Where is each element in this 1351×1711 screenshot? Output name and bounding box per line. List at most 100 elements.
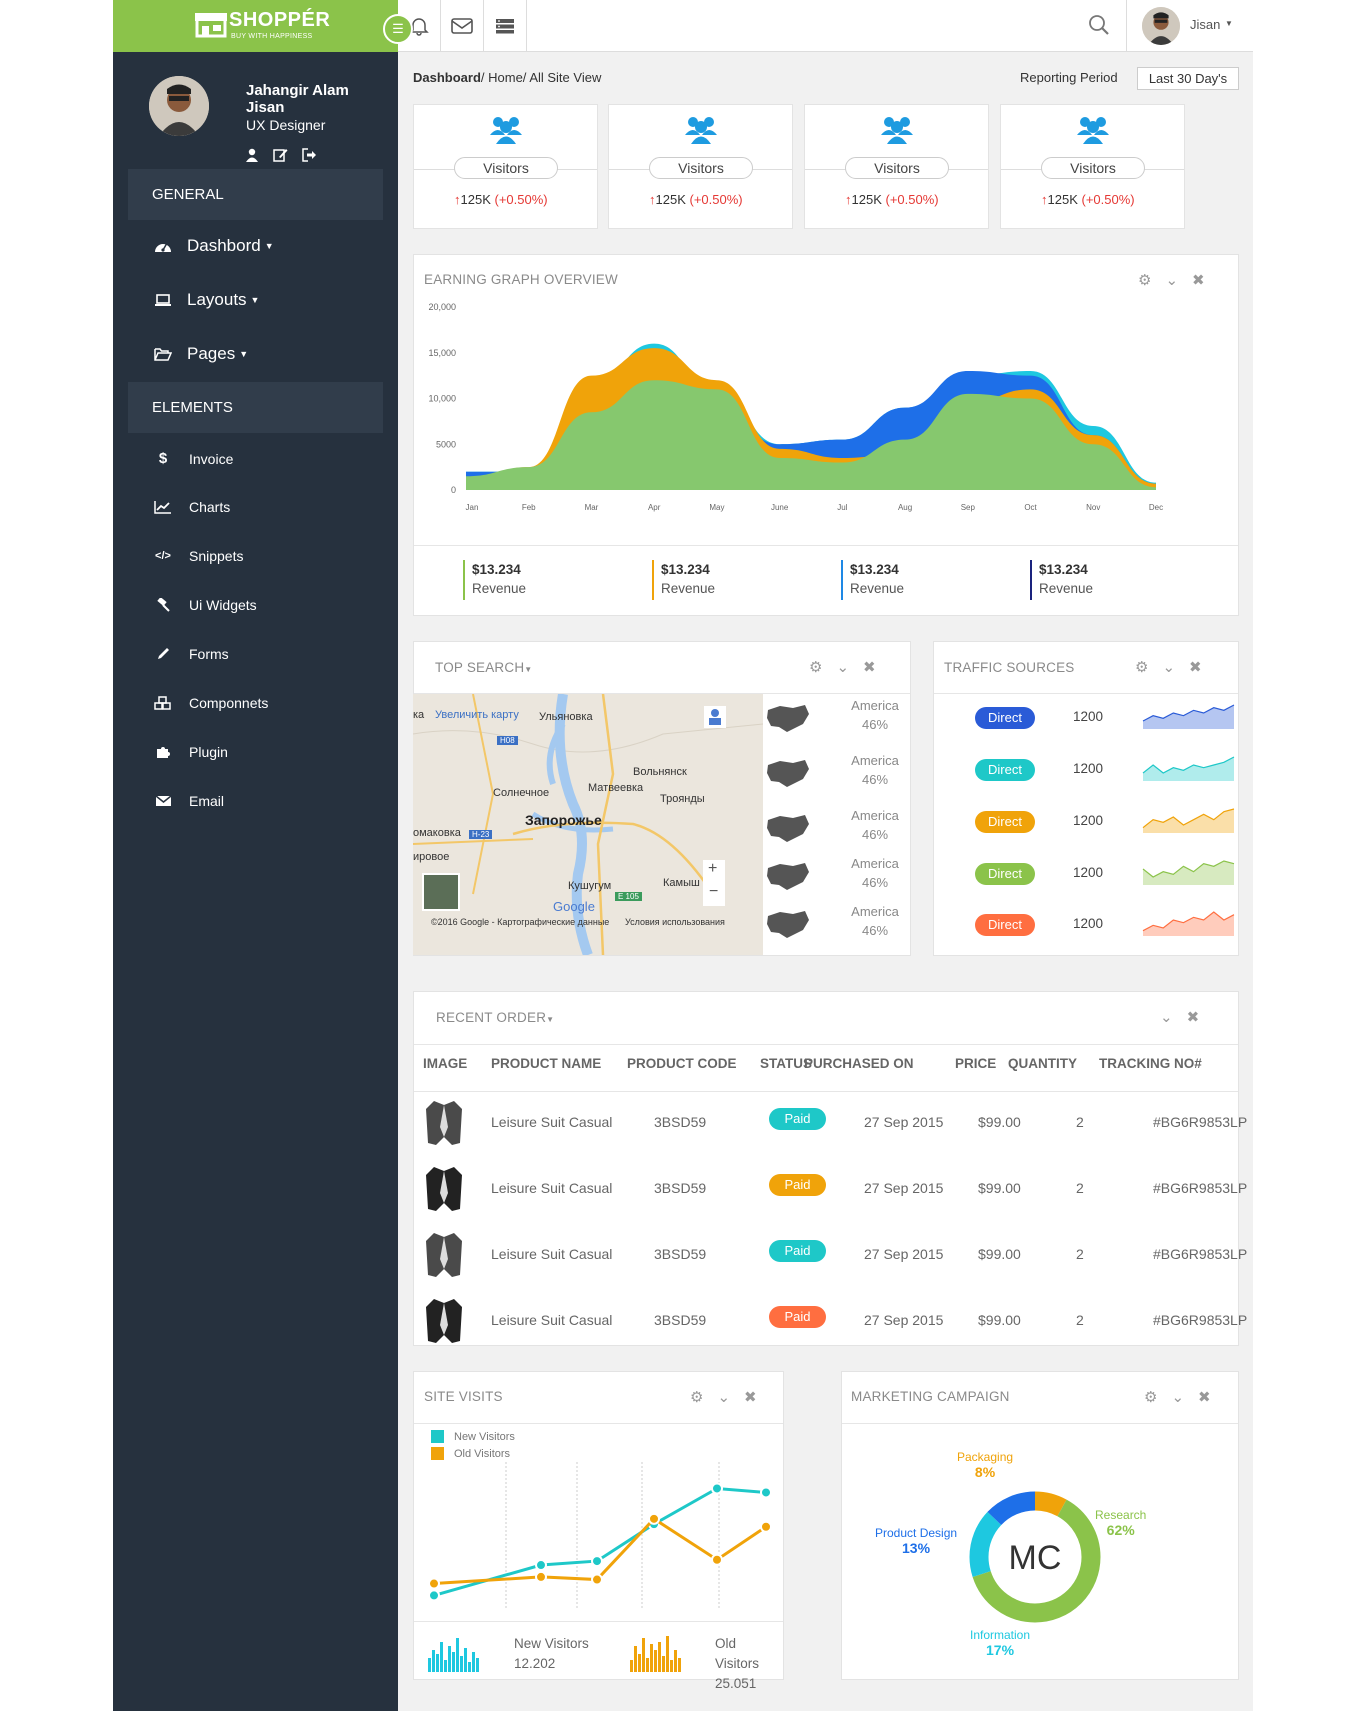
gear-icon[interactable]: ⚙ (1144, 1388, 1157, 1406)
mini-bar (658, 1642, 661, 1672)
product-image (426, 1299, 462, 1343)
close-icon[interactable]: ✖ (1198, 1388, 1211, 1406)
gear-icon[interactable]: ⚙ (690, 1388, 703, 1406)
gear-icon[interactable]: ⚙ (1135, 658, 1148, 676)
traffic-row[interactable]: Direct 1200 (963, 701, 1243, 737)
server-button[interactable] (484, 0, 527, 52)
chevron-down-icon[interactable]: ⌄ (1171, 1388, 1184, 1406)
avatar[interactable] (149, 76, 209, 136)
chevron-down-icon[interactable]: ⌄ (836, 658, 849, 676)
traffic-row[interactable]: Direct 1200 (963, 908, 1243, 944)
series-line (433, 1516, 767, 1586)
x-tick-label: Sep (961, 503, 976, 512)
column-header[interactable]: PRODUCT CODE (627, 1056, 737, 1071)
tracking-no: #BG6R9853LP (1153, 1246, 1248, 1262)
sidebar-item-charts[interactable]: Charts (153, 499, 230, 515)
column-header[interactable]: IMAGE (423, 1056, 467, 1071)
close-icon[interactable]: ✖ (744, 1388, 757, 1406)
sidebar-item-plugin[interactable]: Plugin (153, 744, 228, 760)
panel-title[interactable]: RECENT ORDER▼ (436, 1010, 554, 1025)
legend-label: New Visitors (454, 1430, 515, 1443)
column-header[interactable]: PRODUCT NAME (491, 1056, 601, 1071)
column-header[interactable]: TRACKING NO# (1099, 1056, 1202, 1071)
quantity: 2 (1076, 1312, 1084, 1328)
country-item[interactable]: America 46% (765, 698, 899, 738)
zoom-in-icon[interactable]: + (708, 860, 717, 878)
sidebar-item-layouts[interactable]: Layouts ▼ (153, 290, 259, 310)
table-row[interactable]: Leisure Suit Casual 3BSD59 Paid 27 Sep 2… (414, 1091, 1349, 1157)
traffic-row[interactable]: Direct 1200 (963, 857, 1243, 893)
road-label: E 105 (615, 892, 642, 901)
traffic-badge[interactable]: Direct (975, 914, 1035, 936)
country-item[interactable]: America 46% (765, 904, 899, 944)
column-header[interactable]: PRICE (955, 1056, 996, 1071)
table-row[interactable]: Leisure Suit Casual 3BSD59 Paid 27 Sep 2… (414, 1289, 1349, 1355)
visitor-card[interactable]: Visitors ↑125K (+0.50%) (1000, 104, 1185, 229)
country-name: America (851, 904, 899, 919)
messages-button[interactable] (441, 0, 484, 52)
traffic-badge[interactable]: Direct (975, 811, 1035, 833)
search-icon[interactable] (1088, 14, 1110, 36)
edit-icon[interactable] (273, 148, 288, 167)
close-icon[interactable]: ✖ (1189, 658, 1202, 676)
reporting-period-select[interactable]: Last 30 Day's (1137, 67, 1239, 90)
slice-label: Information 17% (970, 1628, 1030, 1658)
logout-icon[interactable] (302, 148, 317, 167)
visitor-label: Visitors (454, 157, 558, 179)
map-enlarge-link[interactable]: Увеличить карту (435, 709, 519, 721)
country-item[interactable]: America 46% (765, 753, 899, 793)
map-terms[interactable]: Условия использования (625, 917, 725, 927)
caret-down-icon: ▼ (546, 1015, 555, 1024)
gear-icon[interactable]: ⚙ (809, 658, 822, 676)
chevron-down-icon[interactable]: ⌄ (1160, 1008, 1173, 1026)
old-visitors-bars (630, 1636, 681, 1672)
sidebar-item-dashboard[interactable]: Dashbord ▼ (153, 236, 274, 256)
chevron-down-icon[interactable]: ⌄ (1162, 658, 1175, 676)
zoom-out-icon[interactable]: − (709, 883, 718, 901)
users-icon (685, 117, 717, 144)
breadcrumb-rest[interactable]: / Home/ All Site View (481, 70, 601, 85)
product-name: Leisure Suit Casual (491, 1246, 613, 1262)
visitor-card[interactable]: Visitors ↑125K (+0.50%) (413, 104, 598, 229)
sidebar-item-components[interactable]: Componnets (153, 695, 268, 711)
sidebar-item-label: Email (189, 793, 225, 809)
panel-title[interactable]: TOP SEARCH▼ (435, 660, 532, 675)
table-row[interactable]: Leisure Suit Casual 3BSD59 Paid 27 Sep 2… (414, 1157, 1349, 1223)
traffic-badge[interactable]: Direct (975, 707, 1035, 729)
traffic-badge[interactable]: Direct (975, 863, 1035, 885)
user-menu[interactable]: Jisan ▼ (1126, 0, 1253, 52)
google-logo: Google (553, 899, 595, 914)
brand-logo[interactable]: SHOPPÉR BUY WITH HAPPINESS ☰ (113, 0, 413, 52)
breadcrumb-current[interactable]: Dashboard (413, 70, 481, 85)
x-tick-label: Dec (1149, 503, 1163, 512)
x-tick-label: May (709, 503, 724, 512)
marketing-donut: MC (969, 1491, 1101, 1623)
legend-swatch (431, 1430, 444, 1443)
traffic-badge[interactable]: Direct (975, 759, 1035, 781)
close-icon[interactable]: ✖ (863, 658, 876, 676)
traffic-row[interactable]: Direct 1200 (963, 805, 1243, 841)
map[interactable]: Увеличить карту ка Ульяновка Вольнянск М… (413, 694, 763, 955)
sidebar-item-ui-widgets[interactable]: Ui Widgets (153, 597, 257, 613)
chevron-down-icon[interactable]: ⌄ (717, 1388, 730, 1406)
sidebar-item-forms[interactable]: Forms (153, 646, 229, 662)
visitor-card[interactable]: Visitors ↑125K (+0.50%) (608, 104, 793, 229)
country-item[interactable]: America 46% (765, 856, 899, 896)
country-name: America (851, 808, 899, 823)
sidebar-item-invoice[interactable]: $ Invoice (153, 450, 234, 467)
user-icon[interactable] (245, 148, 259, 167)
column-header[interactable]: PURCHASED ON (804, 1056, 914, 1071)
close-icon[interactable]: ✖ (1187, 1008, 1200, 1026)
visitor-card[interactable]: Visitors ↑125K (+0.50%) (804, 104, 989, 229)
caret-down-icon: ▼ (1225, 19, 1233, 28)
country-item[interactable]: America 46% (765, 808, 899, 848)
section-elements: ELEMENTS (128, 382, 383, 433)
menu-toggle-icon[interactable]: ☰ (383, 14, 413, 44)
sidebar-item-pages[interactable]: Pages ▼ (153, 344, 248, 364)
sidebar-item-email[interactable]: Email (153, 793, 224, 809)
pencil-icon (153, 647, 173, 661)
sidebar-item-snippets[interactable]: </> Snippets (153, 548, 243, 564)
traffic-row[interactable]: Direct 1200 (963, 753, 1243, 789)
column-header[interactable]: QUANTITY (1008, 1056, 1077, 1071)
table-row[interactable]: Leisure Suit Casual 3BSD59 Paid 27 Sep 2… (414, 1223, 1349, 1289)
